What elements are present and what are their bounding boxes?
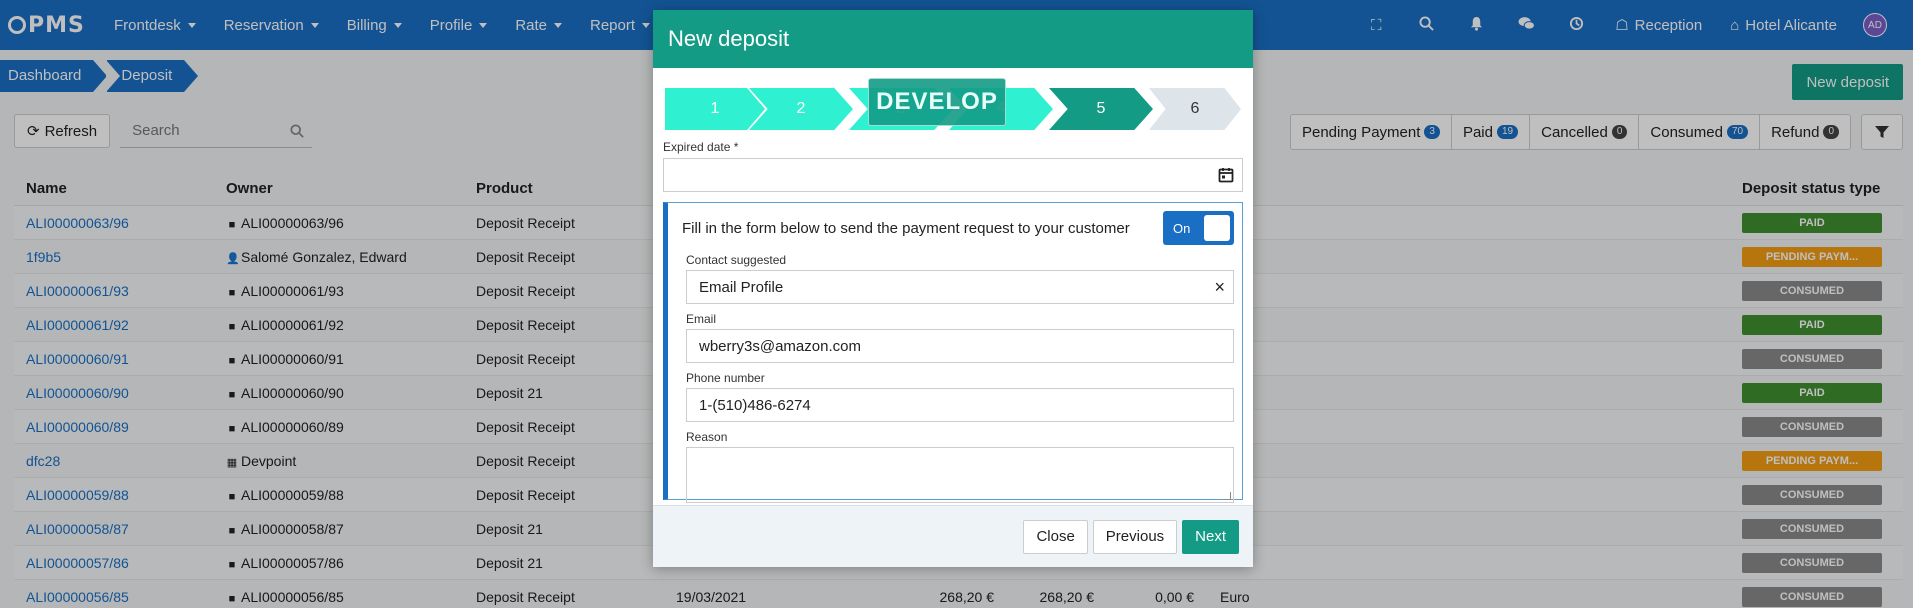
payment-request-toggle[interactable]: On	[1163, 211, 1234, 245]
payment-request-panel: Fill in the form below to send the payme…	[663, 202, 1243, 503]
modal-footer: Close Previous Next	[653, 505, 1253, 567]
expired-date-label: Expired date *	[663, 140, 739, 154]
contact-label: Contact suggested	[686, 253, 787, 267]
step-6[interactable]: 6	[1149, 88, 1241, 130]
toggle-knob	[1204, 215, 1230, 241]
wizard-steps: 1 2 3 4 5 6 DEVELOP	[653, 78, 1253, 130]
step-1[interactable]: 1	[665, 88, 765, 130]
contact-select[interactable]: Email Profile ×	[686, 270, 1234, 304]
expired-date-field[interactable]	[663, 158, 1243, 192]
next-button[interactable]: Next	[1182, 519, 1239, 554]
email-label: Email	[686, 312, 717, 326]
reason-textarea[interactable]	[686, 447, 1234, 503]
new-deposit-modal: New deposit 1 2 3 4 5 6 DEVELOP Expired …	[653, 10, 1253, 567]
develop-watermark: DEVELOP	[868, 78, 1006, 126]
clear-icon[interactable]: ×	[1214, 277, 1225, 298]
resize-grip-icon[interactable]	[1223, 492, 1231, 500]
payment-request-text: Fill in the form below to send the payme…	[682, 219, 1130, 237]
phone-label: Phone number	[686, 371, 765, 385]
reason-label: Reason	[686, 430, 728, 444]
step-5[interactable]: 5	[1049, 88, 1153, 130]
close-button[interactable]: Close	[1023, 519, 1088, 554]
previous-button[interactable]: Previous	[1092, 519, 1178, 554]
calendar-icon[interactable]	[1218, 167, 1234, 183]
modal-title: New deposit	[653, 10, 1253, 68]
phone-field[interactable]: 1-(510)486-6274	[686, 388, 1234, 422]
modal-body: Expired date * Fill in the form below to…	[653, 140, 1253, 503]
email-field[interactable]: wberry3s@amazon.com	[686, 329, 1234, 363]
